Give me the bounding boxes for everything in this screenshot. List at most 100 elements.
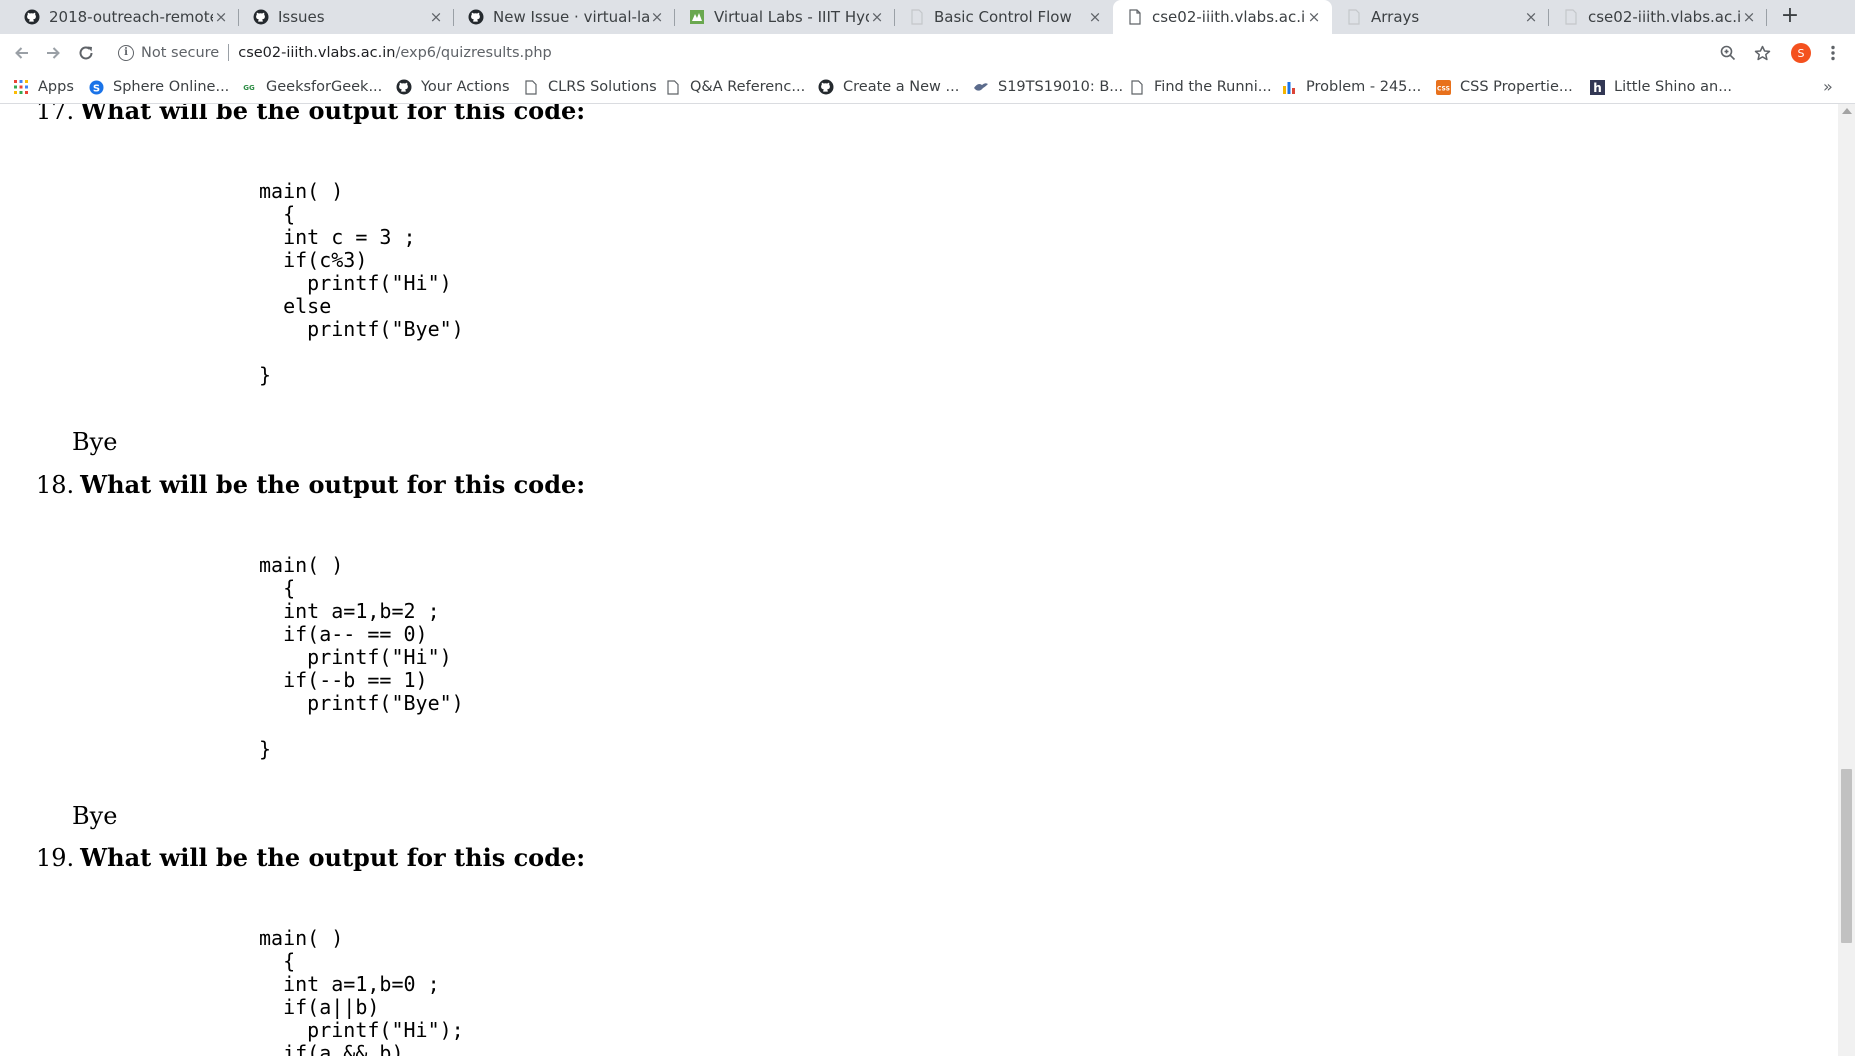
address-divider <box>228 44 230 61</box>
css-icon: CSS <box>1435 79 1451 95</box>
page-content: 17. What will be the output for this code… <box>0 104 1838 1056</box>
profile-avatar[interactable]: S <box>1791 43 1811 63</box>
page-icon <box>1127 9 1143 25</box>
question-text: What will be the output for this code: <box>80 843 586 872</box>
reload-button[interactable] <box>73 40 99 66</box>
answer: Bye <box>72 428 118 456</box>
bookmark-find-the-running[interactable]: Find the Runni... <box>1129 71 1272 103</box>
new-tab-button[interactable]: + <box>1778 5 1802 29</box>
answer: Bye <box>72 802 118 830</box>
bookmark-label: Find the Runni... <box>1154 79 1272 95</box>
forward-button[interactable] <box>40 40 66 66</box>
bookmark-label: Little Shino an... <box>1614 79 1733 95</box>
bookmarks-overflow-button[interactable]: » <box>1823 77 1833 96</box>
bookmark-create-new[interactable]: Create a New ... <box>818 71 959 103</box>
question-text: What will be the output for this code: <box>80 470 586 499</box>
question-number: 17. <box>36 104 75 125</box>
tab-title: Issues <box>278 8 325 26</box>
reload-icon <box>79 46 93 60</box>
bookmark-your-actions[interactable]: Your Actions <box>396 71 510 103</box>
tab-title: Basic Control Flow <box>934 8 1072 26</box>
question-number: 18. <box>36 471 75 499</box>
bar-chart-icon <box>1281 79 1297 95</box>
bookmarks-bar: Apps S Sphere Online... GG GeeksforGeek.… <box>0 71 1855 104</box>
close-icon[interactable]: × <box>1741 8 1757 26</box>
question-18: 18. What will be the output for this code… <box>36 470 585 499</box>
page-icon <box>1563 9 1579 25</box>
vertical-scrollbar[interactable] <box>1838 104 1855 1056</box>
bookmark-apps[interactable]: Apps <box>13 71 74 103</box>
sphere-icon: S <box>88 79 104 95</box>
close-icon[interactable]: × <box>869 8 885 26</box>
bookmark-label: Your Actions <box>421 79 510 95</box>
bookmark-label: Problem - 245... <box>1306 79 1422 95</box>
bookmark-css-properties[interactable]: CSS CSS Propertie... <box>1435 71 1573 103</box>
github-icon <box>468 9 484 25</box>
address-bar[interactable]: i Not secure cse02-iiith.vlabs.ac.in/exp… <box>108 37 1758 68</box>
code-block: main( ) { int a=1,b=0 ; if(a||b) printf(… <box>259 926 464 1056</box>
page-icon <box>523 79 539 95</box>
close-icon[interactable]: × <box>213 8 229 26</box>
url-path: /exp6/quizresults.php <box>395 44 552 61</box>
star-icon[interactable] <box>1753 44 1771 62</box>
bookmark-label: CSS Propertie... <box>1460 79 1573 95</box>
bookmark-s19ts19010[interactable]: S19TS19010: B... <box>973 71 1123 103</box>
page-icon <box>665 79 681 95</box>
bookmark-label: Apps <box>38 79 74 95</box>
apps-grid-icon <box>13 79 29 95</box>
page-icon <box>1346 9 1362 25</box>
tab-quizresults[interactable]: cse02-iiith.vlabs.ac.in/exp6/quizresults… <box>1113 0 1332 34</box>
tab-title: 2018-outreach-remote <box>49 8 213 26</box>
tab-issues[interactable]: Issues × <box>239 0 454 34</box>
tab-strip: 2018-outreach-remote × Issues × New Issu… <box>0 0 1855 34</box>
question-19: 19. What will be the output for this code… <box>36 843 585 872</box>
browser-toolbar: i Not secure cse02-iiith.vlabs.ac.in/exp… <box>0 34 1855 71</box>
bookmark-label: GeeksforGeek... <box>266 79 383 95</box>
svg-text:h: h <box>1593 81 1602 95</box>
menu-icon[interactable] <box>1824 44 1842 62</box>
bookmark-label: Create a New ... <box>843 79 960 95</box>
close-icon[interactable]: × <box>1523 8 1539 26</box>
tab-new-issue[interactable]: New Issue · virtual-labs × <box>454 0 675 34</box>
svg-text:S: S <box>92 83 99 94</box>
scroll-up-arrow-icon[interactable] <box>1842 108 1852 114</box>
tab-title: Virtual Labs - IIIT Hyderabad <box>714 8 869 26</box>
hackerearth-icon: h <box>1589 79 1605 95</box>
close-icon[interactable]: × <box>1306 8 1322 26</box>
tab-title: Arrays <box>1371 8 1420 26</box>
page-icon <box>909 9 925 25</box>
back-button[interactable] <box>9 40 35 66</box>
bookmark-problem-245[interactable]: Problem - 245... <box>1281 71 1421 103</box>
tab-basic-control-flow[interactable]: Basic Control Flow × <box>895 0 1113 34</box>
question-number: 19. <box>36 844 75 872</box>
info-icon[interactable]: i <box>118 44 134 61</box>
github-icon <box>818 79 834 95</box>
zoom-icon[interactable] <box>1719 44 1737 62</box>
tab-separator <box>1766 9 1767 26</box>
scrollbar-thumb[interactable] <box>1841 769 1852 943</box>
geeksforgeeks-icon: GG <box>241 79 257 95</box>
tab-arrays[interactable]: Arrays × <box>1332 0 1549 34</box>
bookmark-geeksforgeeks[interactable]: GG GeeksforGeek... <box>241 71 382 103</box>
security-label: Not secure <box>141 44 220 61</box>
github-icon <box>396 79 412 95</box>
code-block: main( ) { int a=1,b=2 ; if(a-- == 0) pri… <box>259 553 464 761</box>
bookmark-label: S19TS19010: B... <box>998 79 1124 95</box>
tab-outreach-remote[interactable]: 2018-outreach-remote × <box>10 0 239 34</box>
svg-text:CSS: CSS <box>1437 85 1450 92</box>
tab-virtual-labs[interactable]: Virtual Labs - IIIT Hyderabad × <box>675 0 895 34</box>
close-icon[interactable]: × <box>1087 8 1103 26</box>
code-block: main( ) { int c = 3 ; if(c%3) printf("Hi… <box>259 179 464 387</box>
tab-title: New Issue · virtual-labs <box>493 8 649 26</box>
page-icon <box>1129 79 1145 95</box>
tab-exp6[interactable]: cse02-iiith.vlabs.ac.in/exp6/ × <box>1549 0 1767 34</box>
bookmark-little-shino[interactable]: h Little Shino an... <box>1589 71 1732 103</box>
close-icon[interactable]: × <box>649 8 665 26</box>
bookmark-qa-reference[interactable]: Q&A Referenc... <box>665 71 805 103</box>
forward-arrow-icon <box>47 47 60 59</box>
bookmark-clrs-solutions[interactable]: CLRS Solutions <box>523 71 657 103</box>
close-icon[interactable]: × <box>428 8 444 26</box>
bookmark-label: Sphere Online... <box>113 79 230 95</box>
bookmark-sphere-online[interactable]: S Sphere Online... <box>88 71 229 103</box>
github-icon <box>253 9 269 25</box>
